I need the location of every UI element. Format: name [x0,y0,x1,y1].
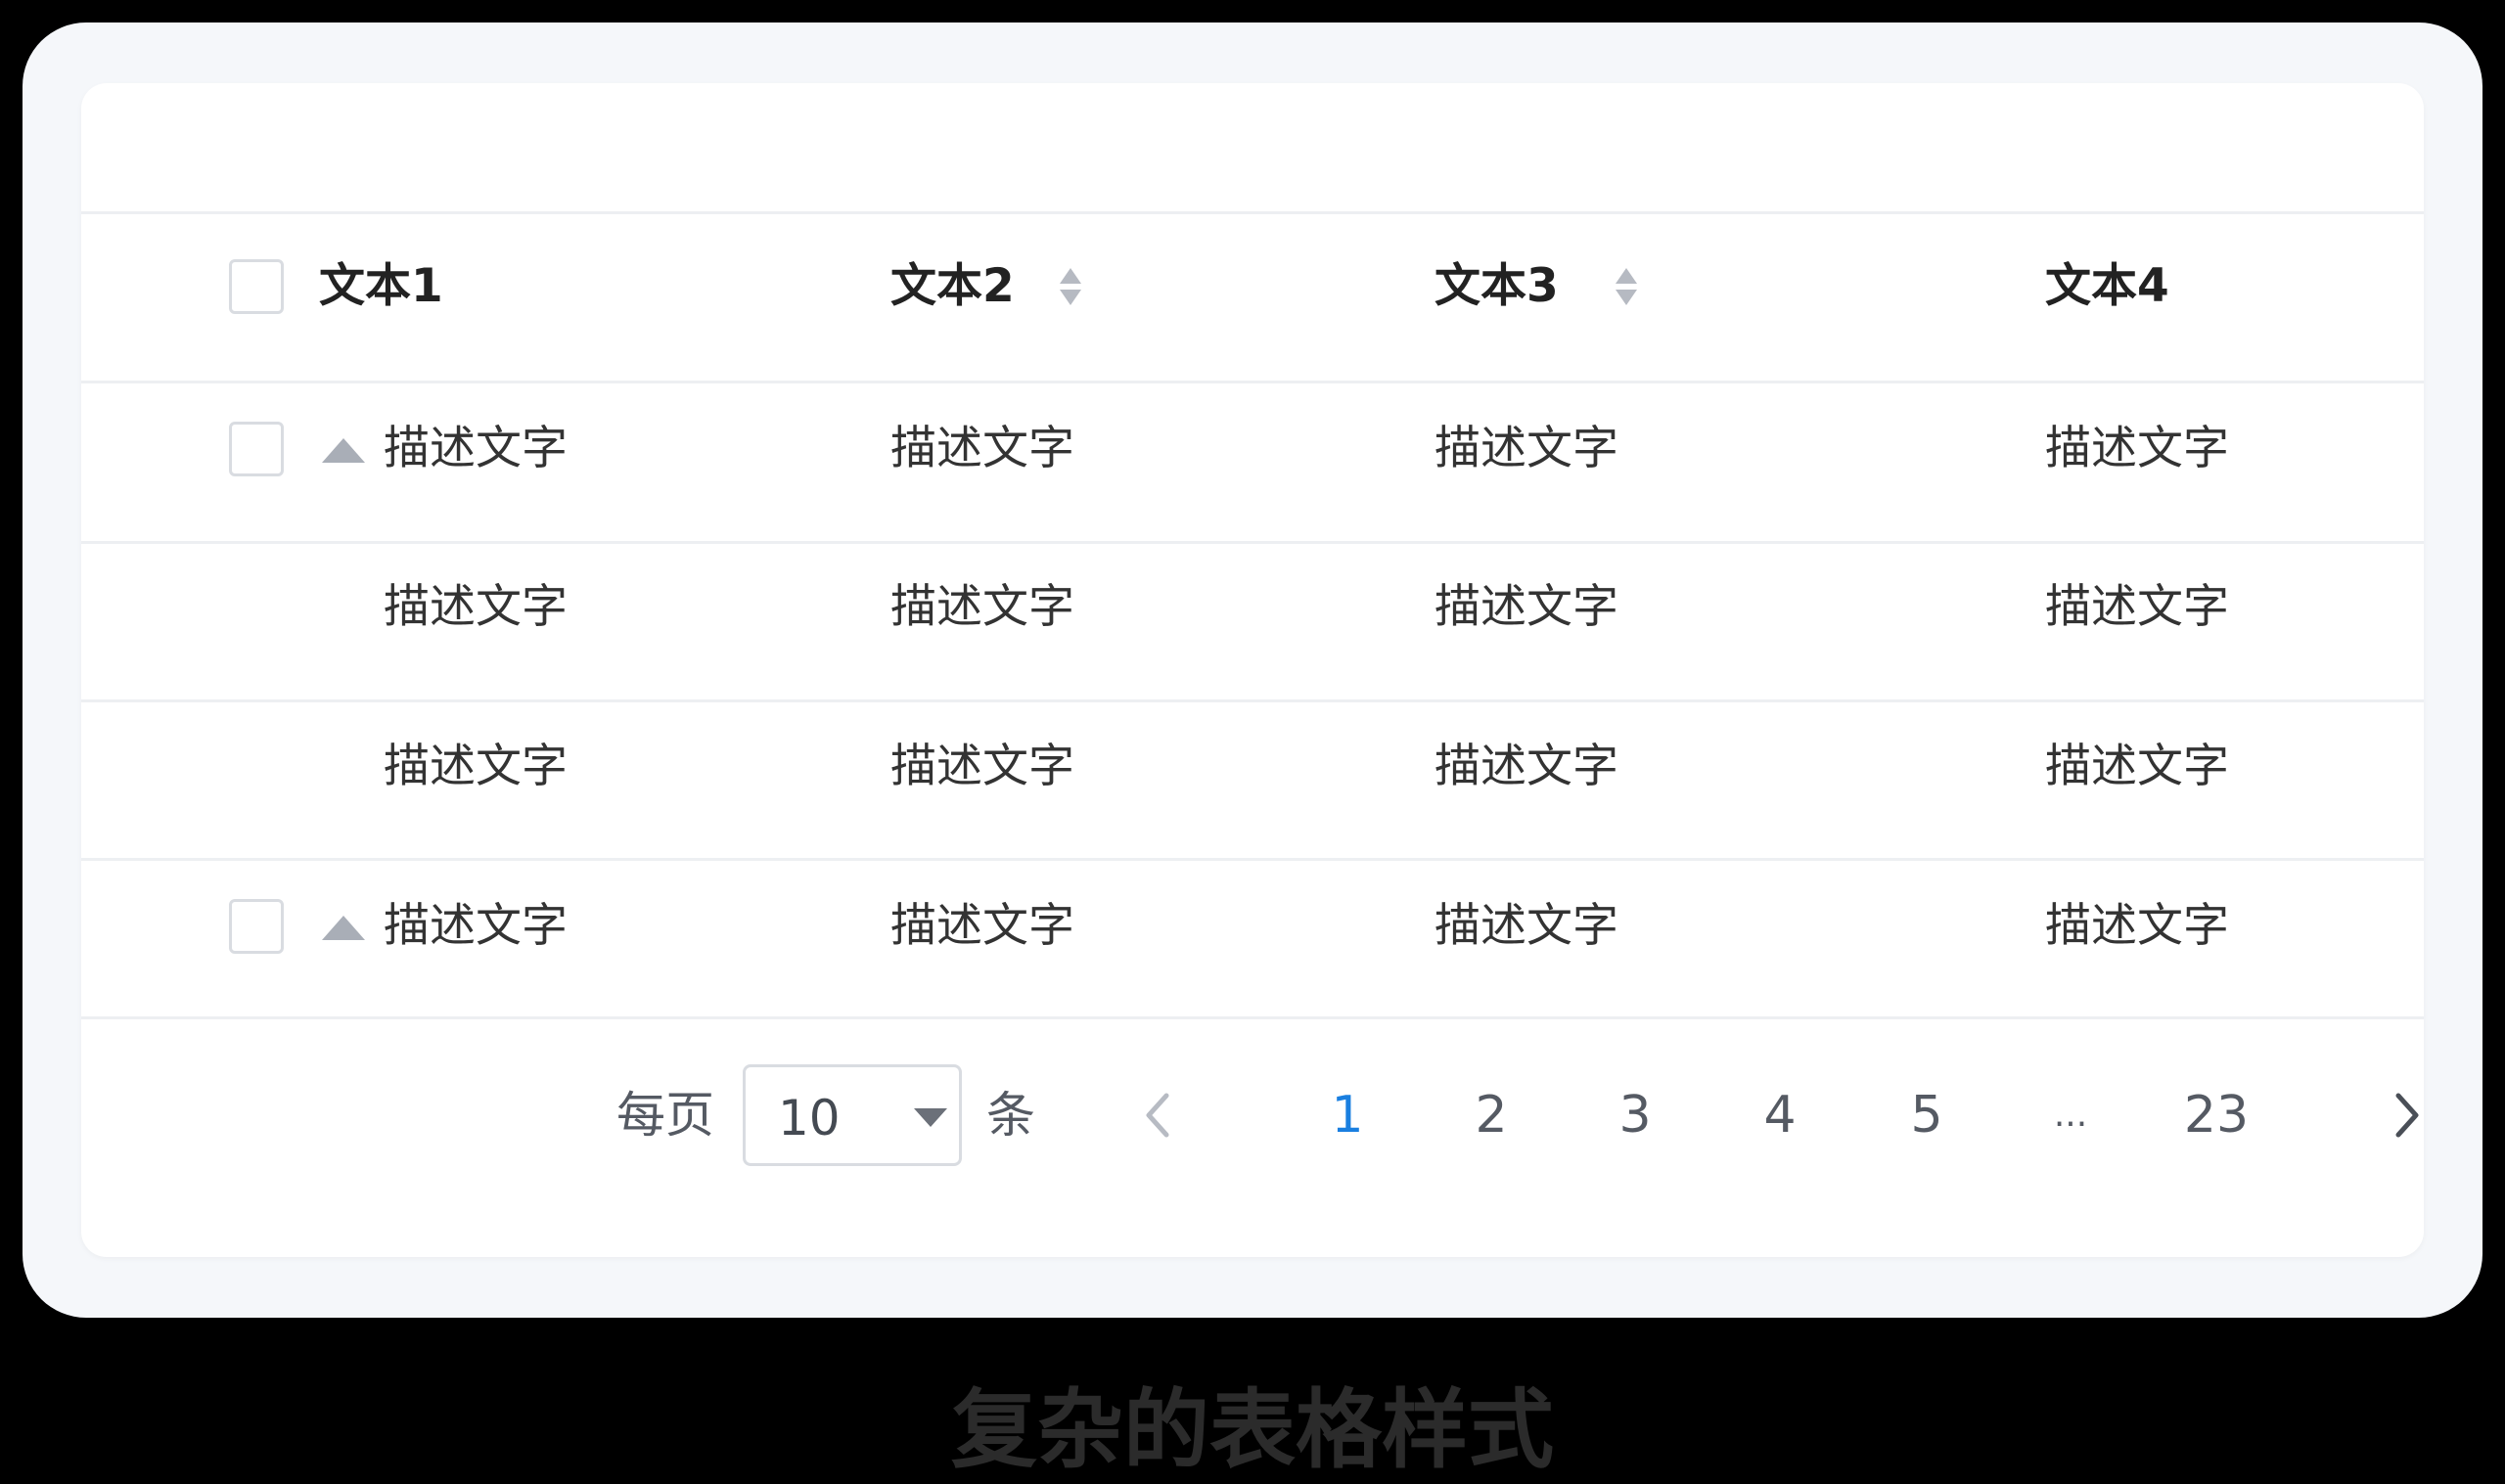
page-ellipsis[interactable]: ... [2031,1086,2110,1145]
page-button-3[interactable]: 3 [1596,1086,1674,1145]
row-1-cell-4: 描述文字 [2045,422,2229,475]
page-size-select[interactable]: 10 [743,1064,962,1166]
caret-up-icon[interactable] [322,916,365,940]
row-4-cell-3: 描述文字 [1435,899,1618,953]
caret-up-icon[interactable] [322,438,365,463]
sort-icon[interactable] [1060,268,1081,307]
row-checkbox[interactable] [229,422,284,476]
page-size-value: 10 [778,1090,841,1147]
row-3-cell-4: 描述文字 [2045,740,2229,793]
sort-icon[interactable] [1616,268,1637,307]
row-2-cell-3: 描述文字 [1435,580,1618,634]
page-button-4[interactable]: 4 [1741,1086,1819,1145]
chevron-left-icon[interactable] [1131,1086,1190,1145]
per-page-label: 每页 [616,1087,714,1144]
chevron-right-icon[interactable] [2375,1086,2424,1145]
select-all-checkbox[interactable] [229,259,284,314]
row-2-cell-2: 描述文字 [890,580,1074,634]
header-cell-4: 文本4 [2045,259,2169,313]
row-divider [81,381,2424,383]
header-cell-3[interactable]: 文本3 [1435,257,1559,316]
unit-label: 条 [986,1087,1035,1144]
header-cell-2[interactable]: 文本2 [890,257,1015,316]
caption-title: 复杂的表格样式 [950,1379,1554,1480]
row-4-cell-2: 描述文字 [890,899,1074,953]
caret-down-icon [914,1108,947,1127]
row-checkbox[interactable] [229,899,284,954]
header-cell-1: 文本1 [319,259,443,313]
row-4-cell-4: 描述文字 [2045,899,2229,953]
row-divider [81,699,2424,702]
table-bottom-divider [81,1016,2424,1019]
row-2-cell-1: 描述文字 [384,580,568,634]
table-card: 文本1 文本2 文本3 文本4 描述文字 描述文字 描述文字 描述文字 描述文字… [81,83,2424,1257]
row-divider [81,858,2424,861]
row-divider [81,541,2424,544]
page-button-2[interactable]: 2 [1452,1086,1530,1145]
row-3-cell-2: 描述文字 [890,740,1074,793]
row-3-cell-1: 描述文字 [384,740,568,793]
row-2-cell-4: 描述文字 [2045,580,2229,634]
row-1-cell-3: 描述文字 [1435,422,1618,475]
page-button-23[interactable]: 23 [2158,1086,2275,1145]
toolbar-divider [81,211,2424,214]
row-3-cell-3: 描述文字 [1435,740,1618,793]
row-1-cell-2: 描述文字 [890,422,1074,475]
page-button-1[interactable]: 1 [1308,1086,1387,1145]
row-1-cell-1: 描述文字 [384,422,568,475]
page-button-5[interactable]: 5 [1888,1086,1966,1145]
row-4-cell-1: 描述文字 [384,899,568,953]
